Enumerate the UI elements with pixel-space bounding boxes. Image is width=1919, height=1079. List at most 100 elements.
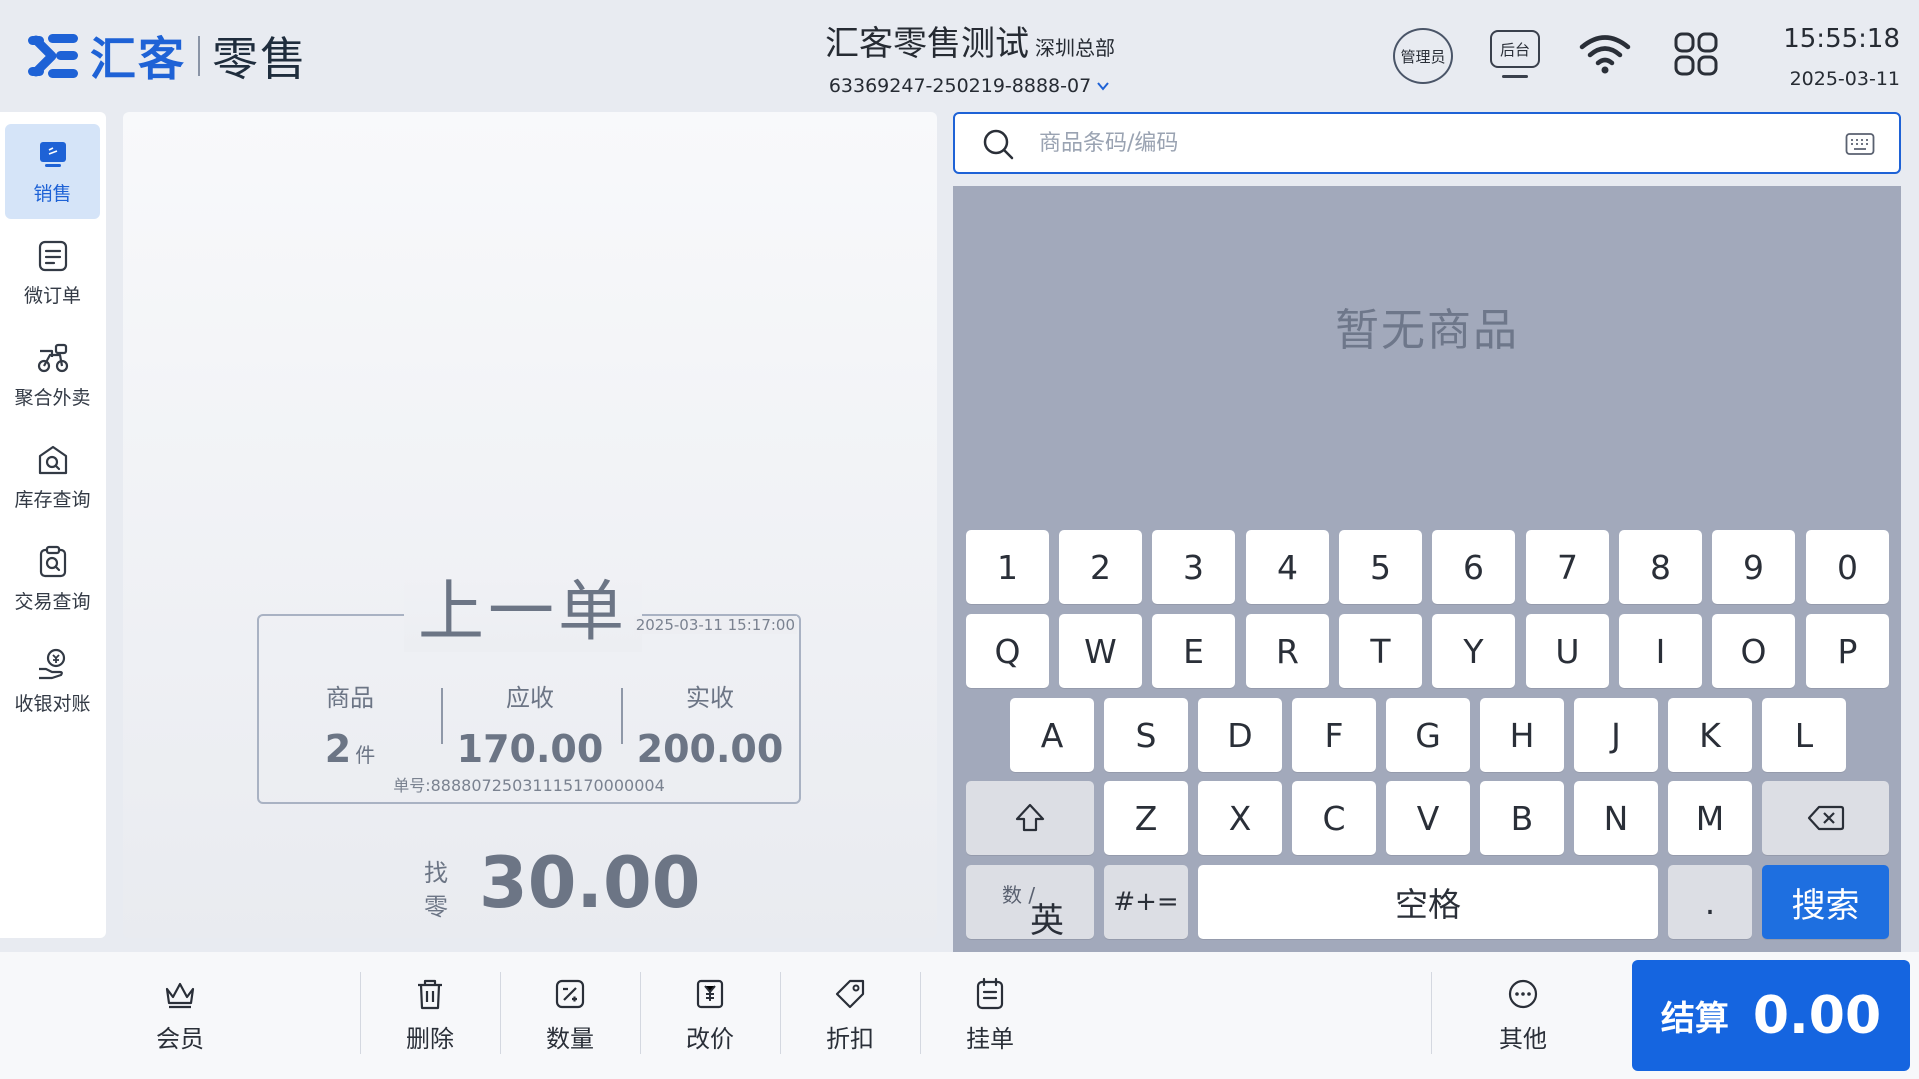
brand-mark-icon (28, 34, 78, 78)
quantity-button[interactable]: 数量 (510, 952, 630, 1079)
key-d[interactable]: D (1198, 698, 1282, 772)
sidebar-item-delivery[interactable]: 聚合外卖 (5, 328, 100, 423)
key-9[interactable]: 9 (1712, 530, 1795, 604)
discount-button[interactable]: 折扣 (790, 952, 910, 1079)
quantity-icon (555, 979, 585, 1009)
search-input[interactable] (1039, 124, 1759, 162)
reconcile-icon (38, 648, 65, 680)
symbols-key[interactable]: #+= (1104, 865, 1188, 939)
wifi-icon[interactable] (1578, 32, 1632, 76)
key-v[interactable]: V (1386, 781, 1470, 855)
delete-label: 删除 (406, 1025, 454, 1053)
key-b[interactable]: B (1480, 781, 1564, 855)
user-badge[interactable]: 管理员 (1393, 28, 1453, 84)
key-0[interactable]: 0 (1806, 530, 1889, 604)
key-r[interactable]: R (1246, 614, 1329, 688)
delivery-icon (37, 343, 68, 373)
received-label: 实收 (686, 684, 734, 712)
sidebar-item-transactions[interactable]: 交易查询 (5, 532, 100, 627)
member-label: 会员 (156, 1025, 204, 1053)
last-order-due: 应收 170.00 (445, 678, 615, 771)
key-m[interactable]: M (1668, 781, 1752, 855)
key-8[interactable]: 8 (1619, 530, 1702, 604)
key-h[interactable]: H (1480, 698, 1564, 772)
trash-icon (418, 979, 442, 1010)
key-u[interactable]: U (1526, 614, 1609, 688)
other-button[interactable]: 其他 (1463, 952, 1583, 1079)
last-order-card[interactable]: 上一单 2025-03-11 15:17:00 商品 2件 应收 170.00 … (257, 572, 801, 804)
key-s[interactable]: S (1104, 698, 1188, 772)
last-order-received: 实收 200.00 (625, 678, 795, 771)
key-i[interactable]: I (1619, 614, 1702, 688)
key-c[interactable]: C (1292, 781, 1376, 855)
key-p[interactable]: P (1806, 614, 1889, 688)
checkout-button[interactable]: 结算 0.00 (1632, 960, 1910, 1071)
checkout-label: 结算 (1660, 999, 1729, 1039)
crown-icon (165, 982, 195, 1009)
divider (780, 972, 781, 1054)
sidebar-item-reconcile[interactable]: 收银对账 (5, 634, 100, 729)
key-3[interactable]: 3 (1152, 530, 1235, 604)
mode-english-label: 英 (1030, 901, 1064, 941)
search-bar[interactable] (953, 112, 1901, 174)
key-j[interactable]: J (1574, 698, 1658, 772)
reprice-button[interactable]: 改价 (650, 952, 770, 1079)
key-w[interactable]: W (1059, 614, 1142, 688)
key-q[interactable]: Q (966, 614, 1049, 688)
key-2[interactable]: 2 (1059, 530, 1142, 604)
delete-button[interactable]: 删除 (370, 952, 490, 1079)
dot-key[interactable]: . (1668, 865, 1752, 939)
language-toggle-key[interactable]: 数 / 英 (966, 865, 1094, 941)
key-6[interactable]: 6 (1432, 530, 1515, 604)
sidebar-item-label: 收银对账 (14, 693, 91, 715)
sidebar: 销售 微订单 聚合外卖 库存查询 交易查询 收银对账 (0, 112, 106, 938)
store-code-selector[interactable]: 63369247-250219-8888-07 (760, 75, 1180, 97)
keyboard-icon[interactable] (1845, 132, 1875, 156)
key-f[interactable]: F (1292, 698, 1376, 772)
cart-panel: 上一单 2025-03-11 15:17:00 商品 2件 应收 170.00 … (123, 112, 937, 938)
due-value: 170.00 (456, 727, 604, 771)
divider (640, 972, 641, 1054)
sidebar-item-label: 聚合外卖 (14, 387, 91, 409)
sidebar-item-label: 销售 (33, 183, 72, 205)
key-1[interactable]: 1 (966, 530, 1049, 604)
search-key[interactable]: 搜索 (1762, 865, 1889, 939)
key-g[interactable]: G (1386, 698, 1470, 772)
key-t[interactable]: T (1339, 614, 1422, 688)
brand-product: 零售 (212, 32, 308, 86)
key-n[interactable]: N (1574, 781, 1658, 855)
hold-order-button[interactable]: 挂单 (930, 952, 1050, 1079)
divider (441, 688, 443, 744)
shift-key[interactable] (966, 781, 1094, 855)
search-icon (983, 129, 1014, 160)
key-z[interactable]: Z (1104, 781, 1188, 855)
change-value: 30.00 (479, 842, 701, 924)
sidebar-item-micro-order[interactable]: 微订单 (5, 226, 100, 321)
space-key[interactable]: 空格 (1198, 865, 1658, 939)
key-y[interactable]: Y (1432, 614, 1515, 688)
more-icon (1508, 979, 1538, 1009)
backend-button[interactable]: 后台 (1490, 30, 1540, 80)
divider (360, 972, 361, 1054)
divider (920, 972, 921, 1054)
key-a[interactable]: A (1010, 698, 1094, 772)
key-o[interactable]: O (1712, 614, 1795, 688)
sidebar-item-sales[interactable]: 销售 (5, 124, 100, 219)
transaction-search-icon (39, 545, 66, 578)
key-e[interactable]: E (1152, 614, 1235, 688)
key-7[interactable]: 7 (1526, 530, 1609, 604)
key-x[interactable]: X (1198, 781, 1282, 855)
key-l[interactable]: L (1762, 698, 1846, 772)
key-5[interactable]: 5 (1339, 530, 1422, 604)
last-order-datetime: 2025-03-11 15:17:00 (633, 616, 797, 634)
member-button[interactable]: 会员 (120, 952, 240, 1079)
apps-grid-icon[interactable] (1674, 32, 1718, 76)
bottom-toolbar: 会员 删除 数量 改价 折扣 挂单 其他 结算 0.00 (0, 952, 1919, 1079)
key-k[interactable]: K (1668, 698, 1752, 772)
brand-logo: 汇客 零售 (26, 30, 308, 86)
sidebar-item-inventory[interactable]: 库存查询 (5, 430, 100, 525)
key-4[interactable]: 4 (1246, 530, 1329, 604)
divider (1431, 972, 1432, 1054)
brand-name: 汇客 (90, 32, 186, 86)
backspace-key[interactable] (1762, 781, 1889, 855)
